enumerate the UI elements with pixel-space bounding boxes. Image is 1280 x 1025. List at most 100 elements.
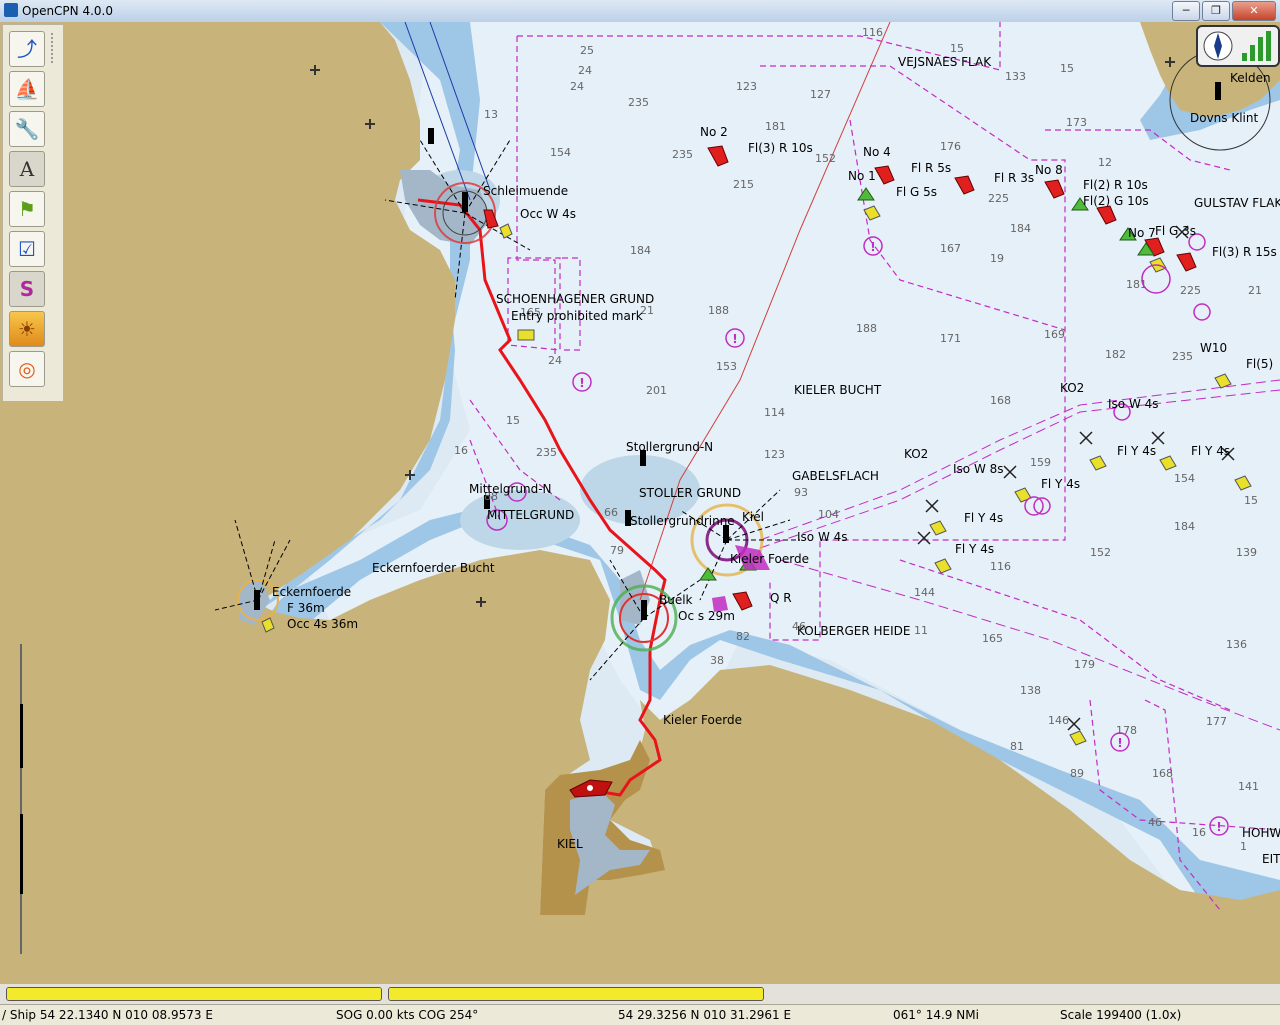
main-toolbar: ⤴ ⛵ 🔧 A ⚑ ☑ S ☀ ◎: [2, 24, 64, 402]
ship-icon[interactable]: ⛵: [9, 71, 45, 107]
svg-text:177: 177: [1206, 715, 1227, 728]
svg-text:66: 66: [604, 506, 618, 519]
toolbar-grip[interactable]: [51, 33, 59, 63]
svg-text:46: 46: [1148, 816, 1162, 829]
svg-text:!: !: [732, 332, 737, 346]
svg-text:24: 24: [570, 80, 584, 93]
label-dovns: Dovns Klint: [1190, 111, 1258, 125]
label-ko2a: KO2: [1060, 381, 1084, 395]
title-bar: OpenCPN 4.0.0 ─ ❐ ✕: [0, 0, 1280, 23]
minimize-button[interactable]: ─: [1172, 1, 1200, 21]
close-button[interactable]: ✕: [1232, 1, 1276, 21]
day-night-icon[interactable]: ☀: [9, 311, 45, 347]
svg-text:82: 82: [736, 630, 750, 643]
lifebuoy-icon[interactable]: ◎: [9, 351, 45, 387]
label-flywd: Fl Y 4s: [964, 511, 1003, 525]
svg-text:79: 79: [610, 544, 624, 557]
svg-text:235: 235: [536, 446, 557, 459]
label-fl3r10: Fl(3) R 10s: [748, 141, 813, 155]
status-ship-position: / Ship 54 22.1340 N 010 08.9573 E: [2, 1008, 213, 1022]
compass-widget[interactable]: [1196, 25, 1280, 67]
svg-text:169: 169: [1044, 328, 1065, 341]
text-icon[interactable]: A: [9, 151, 45, 187]
label-flg5: Fl G 5s: [896, 185, 937, 199]
svg-text:38: 38: [710, 654, 724, 667]
label-kolberger: KOLBERGER HEIDE: [797, 624, 911, 638]
svg-text:19: 19: [990, 252, 1004, 265]
label-stollergrund: STOLLER GRUND: [639, 486, 741, 500]
svg-text:138: 138: [1020, 684, 1041, 697]
svg-text:16: 16: [454, 444, 468, 457]
route-icon[interactable]: ⤴: [9, 31, 45, 67]
svg-text:81: 81: [1010, 740, 1024, 753]
svg-text:15: 15: [506, 414, 520, 427]
label-kielerfoerde-light: Kieler Foerde: [730, 552, 809, 566]
svg-text:116: 116: [990, 560, 1011, 573]
svg-text:127: 127: [810, 88, 831, 101]
svg-text:21: 21: [1248, 284, 1262, 297]
route-manager-icon[interactable]: ☑: [9, 231, 45, 267]
window-title: OpenCPN 4.0.0: [22, 4, 113, 18]
label-fl2r10: Fl(2) R 10s: [1083, 178, 1148, 192]
label-flywa: Fl Y 4s: [1117, 444, 1156, 458]
svg-text:!: !: [1117, 736, 1122, 750]
svg-text:153: 153: [716, 360, 737, 373]
svg-text:136: 136: [1226, 638, 1247, 651]
label-eit: EIT: [1262, 852, 1280, 866]
label-flg3: Fl G 3s: [1155, 224, 1196, 238]
status-scale: Scale 199400 (1.0x): [1060, 1008, 1182, 1022]
mark-icon[interactable]: ⚑: [9, 191, 45, 227]
svg-text:235: 235: [628, 96, 649, 109]
progress-bar-2: [388, 987, 764, 1001]
chart-svg[interactable]: !!! !! 252424 235123127 11615133 1517312…: [0, 22, 1280, 984]
svg-text:!: !: [579, 376, 584, 390]
label-kiel: Kiel: [742, 510, 764, 524]
svg-text:1: 1: [1240, 840, 1247, 853]
svg-text:181: 181: [765, 120, 786, 133]
label-schoenhagener: SCHOENHAGENER GRUND: [496, 292, 654, 306]
svg-text:235: 235: [1172, 350, 1193, 363]
label-occ4: Occ 4s 36m: [287, 617, 358, 631]
label-ko2b: KO2: [904, 447, 928, 461]
svg-text:12: 12: [1098, 156, 1112, 169]
svg-text:168: 168: [990, 394, 1011, 407]
settings-icon[interactable]: 🔧: [9, 111, 45, 147]
svg-text:123: 123: [736, 80, 757, 93]
svg-text:93: 93: [794, 486, 808, 499]
label-isow4b: Iso W 4s: [1108, 397, 1159, 411]
svg-text:215: 215: [733, 178, 754, 191]
gps-status-icon: [1203, 31, 1271, 61]
label-f36: F 36m: [287, 601, 325, 615]
svg-text:201: 201: [646, 384, 667, 397]
svg-text:167: 167: [940, 242, 961, 255]
svg-text:171: 171: [940, 332, 961, 345]
svg-text:235: 235: [672, 148, 693, 161]
label-flywb: Fl Y 4s: [1191, 444, 1230, 458]
svg-text:13: 13: [484, 108, 498, 121]
label-w10: W10: [1200, 341, 1227, 355]
svg-text:173: 173: [1066, 116, 1087, 129]
status-cursor-position: 54 29.3256 N 010 31.2961 E: [618, 1008, 792, 1022]
label-occw4: Occ W 4s: [520, 207, 576, 221]
svg-text:152: 152: [1090, 546, 1111, 559]
label-eckernfoerderbucht: Eckernfoerder Bucht: [372, 561, 495, 575]
label-hohw: HOHW: [1242, 826, 1280, 840]
svg-text:116: 116: [862, 26, 883, 39]
status-sog-cog: SOG 0.00 kts COG 254°: [336, 1008, 479, 1022]
label-bulk: Buelk: [659, 593, 693, 607]
track-icon[interactable]: S: [9, 271, 45, 307]
chart-canvas[interactable]: !!! !! 25 24 24 235 123 127 116 15 133 15 173 12…: [0, 22, 1280, 984]
svg-text:114: 114: [764, 406, 785, 419]
svg-text:188: 188: [708, 304, 729, 317]
label-vejsnaes: VEJSNAES FLAK: [898, 55, 992, 69]
svg-text:123: 123: [764, 448, 785, 461]
status-bar: / Ship 54 22.1340 N 010 08.9573 E SOG 0.…: [0, 1004, 1280, 1025]
maximize-button[interactable]: ❐: [1202, 1, 1230, 21]
svg-text:184: 184: [1174, 520, 1195, 533]
svg-text:159: 159: [1030, 456, 1051, 469]
label-kielerfoerde: Kieler Foerde: [663, 713, 742, 727]
label-isow8: Iso W 8s: [953, 462, 1004, 476]
label-fl5: Fl(5): [1246, 357, 1273, 371]
label-no1: No 1: [848, 169, 876, 183]
svg-text:144: 144: [914, 586, 935, 599]
